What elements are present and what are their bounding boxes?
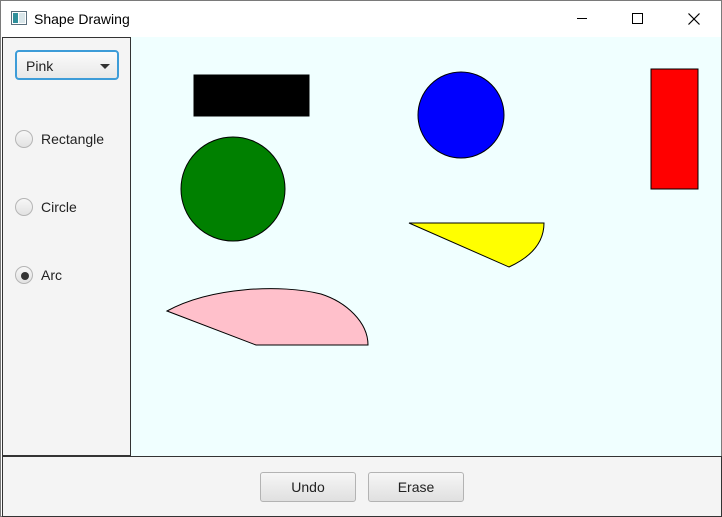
shape-blue-circle (417, 71, 505, 159)
maximize-icon (632, 13, 643, 24)
radio-circle (15, 198, 33, 216)
title-bar: Shape Drawing (1, 1, 721, 37)
radio-arc[interactable]: Arc (15, 266, 125, 286)
action-bar: Undo Erase (2, 456, 722, 517)
color-select[interactable]: Pink (15, 50, 119, 80)
radio-circle (15, 266, 33, 284)
radio-label: Rectangle (41, 131, 105, 147)
radio-circle (15, 130, 33, 148)
shape-red-rectangle (650, 68, 699, 190)
close-button[interactable] (671, 1, 717, 37)
chevron-down-icon (100, 64, 110, 69)
radio-label: Arc (41, 267, 62, 283)
radio-label: Circle (41, 199, 77, 215)
tool-sidebar: Pink Rectangle Circle Arc (2, 37, 131, 456)
minimize-button[interactable] (559, 1, 605, 37)
radio-selected-dot (21, 272, 29, 280)
maximize-button[interactable] (615, 1, 661, 37)
app-window: Shape Drawing Pink Rectangle Circle Arc … (0, 0, 722, 517)
app-icon (11, 11, 27, 25)
drawing-canvas[interactable] (131, 37, 721, 456)
close-icon (688, 13, 700, 25)
radio-circle-shape[interactable]: Circle (15, 198, 125, 218)
color-select-value: Pink (26, 58, 54, 74)
undo-button[interactable]: Undo (260, 472, 356, 502)
shape-green-circle (180, 136, 286, 242)
minimize-icon (577, 18, 587, 19)
window-title: Shape Drawing (34, 11, 130, 27)
shape-black-rectangle (193, 74, 310, 117)
erase-button[interactable]: Erase (368, 472, 464, 502)
radio-rectangle[interactable]: Rectangle (15, 130, 125, 150)
